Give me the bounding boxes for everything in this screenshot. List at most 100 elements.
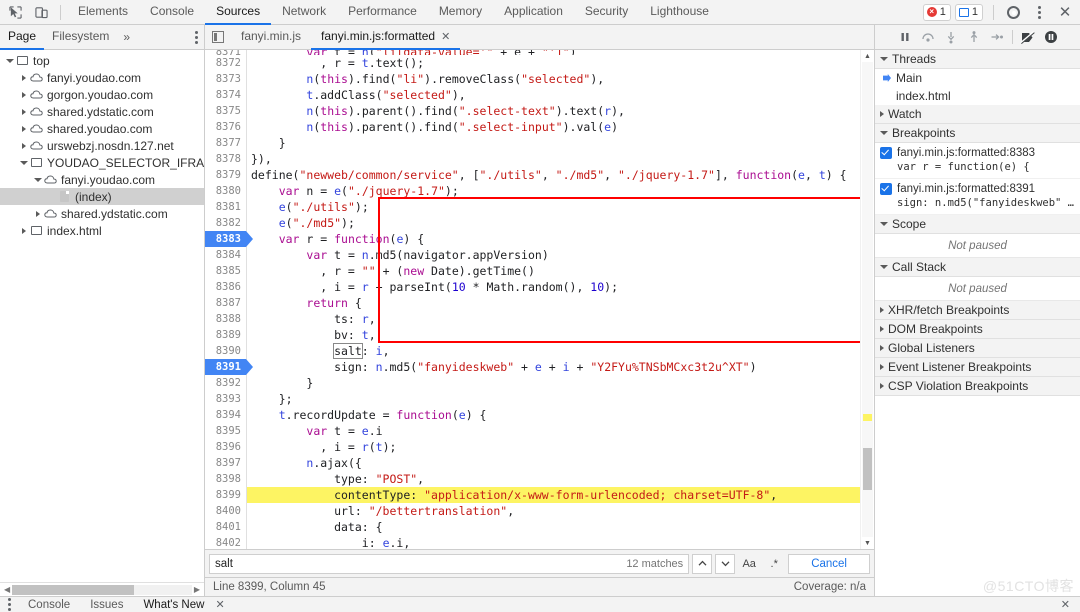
tree-item[interactable]: (index) (0, 188, 204, 205)
line-number[interactable]: 8387 (205, 295, 246, 311)
line-number[interactable]: 8393 (205, 391, 246, 407)
code-line[interactable]: var r = function(e) { (247, 231, 860, 247)
inspect-element-icon[interactable] (2, 1, 28, 24)
tab-network[interactable]: Network (271, 0, 337, 25)
line-number[interactable]: 8375 (205, 103, 246, 119)
message-count-badge[interactable]: 1 (954, 3, 983, 21)
line-number[interactable]: 8381 (205, 199, 246, 215)
code-line[interactable]: , i = r(t); (247, 439, 860, 455)
scrollbar-track[interactable] (12, 584, 192, 595)
code-line[interactable]: var n = e("./jquery-1.7"); (247, 183, 860, 199)
code-line[interactable]: t.recordUpdate = function(e) { (247, 407, 860, 423)
drawer-tab-issues[interactable]: Issues (81, 599, 132, 611)
code-line[interactable]: n(this).parent().find(".select-input").v… (247, 119, 860, 135)
line-number-breakpoint[interactable]: 8383 (205, 231, 253, 247)
code-line[interactable]: n(this).parent().find(".select-text").te… (247, 103, 860, 119)
line-number[interactable]: 8398 (205, 471, 246, 487)
tree-item[interactable]: shared.ydstatic.com (0, 205, 204, 222)
nav-tab-filesystem[interactable]: Filesystem (44, 25, 117, 50)
close-icon[interactable]: ✕ (1052, 1, 1078, 24)
line-number[interactable]: 8374 (205, 87, 246, 103)
line-number[interactable]: 8378 (205, 151, 246, 167)
code-line[interactable]: sign: n.md5("fanyideskweb" + e + i + "Y2… (247, 359, 860, 375)
section-breakpoints[interactable]: Breakpoints (875, 124, 1080, 143)
tab-sources[interactable]: Sources (205, 0, 272, 25)
chevron-right-icon[interactable] (18, 91, 29, 98)
scroll-left-icon[interactable]: ◀ (2, 585, 12, 594)
line-number-gutter[interactable]: 8371837283738374837583768377837883798380… (205, 50, 253, 549)
breakpoint-checkbox[interactable] (880, 147, 892, 159)
code-line[interactable]: , r = t.text(); (247, 55, 860, 71)
code-content[interactable]: var t = n("li[data-value='" + e + "']") … (247, 50, 860, 549)
code-line[interactable]: }; (247, 391, 860, 407)
code-line[interactable]: bv: t, (247, 327, 860, 343)
tab-memory[interactable]: Memory (428, 0, 493, 25)
section-global-listeners[interactable]: Global Listeners (875, 339, 1080, 358)
step-out-of-current-function-button[interactable] (963, 26, 985, 48)
code-line[interactable]: } (247, 135, 860, 151)
line-number[interactable]: 8394 (205, 407, 246, 423)
regex-button[interactable]: .* (763, 554, 785, 574)
search-input[interactable]: salt 12 matches (209, 553, 690, 574)
line-number-breakpoint[interactable]: 8391 (205, 359, 253, 375)
code-line[interactable]: salt: i, (247, 343, 860, 359)
section-dom-breakpoints[interactable]: DOM Breakpoints (875, 320, 1080, 339)
code-line[interactable]: data: { (247, 519, 860, 535)
code-area[interactable]: 8371837283738374837583768377837883798380… (205, 50, 874, 549)
line-number[interactable]: 8389 (205, 327, 246, 343)
code-line[interactable]: var t = e.i (247, 423, 860, 439)
scroll-up-icon[interactable]: ▲ (861, 50, 874, 62)
line-number[interactable]: 8392 (205, 375, 246, 391)
code-line[interactable]: , i = r + parseInt(10 * Math.random(), 1… (247, 279, 860, 295)
line-number[interactable]: 8382 (205, 215, 246, 231)
chevron-right-icon[interactable] (18, 227, 29, 234)
line-number[interactable]: 8397 (205, 455, 246, 471)
tree-item[interactable]: gorgon.youdao.com (0, 86, 204, 103)
vscrollbar-thumb[interactable] (863, 448, 872, 490)
line-number[interactable]: 8390 (205, 343, 246, 359)
code-line[interactable]: url: "/bettertranslation", (247, 503, 860, 519)
line-number[interactable]: 8400 (205, 503, 246, 519)
step-button[interactable] (986, 26, 1008, 48)
search-prev-button[interactable] (692, 553, 713, 574)
tab-elements[interactable]: Elements (67, 0, 139, 25)
breakpoint-item[interactable]: fanyi.min.js:formatted:8383 var r = func… (875, 143, 1080, 179)
editor-tab-fanyi-min-js[interactable]: fanyi.min.js (231, 25, 311, 50)
line-number[interactable]: 8385 (205, 263, 246, 279)
code-line[interactable]: n.ajax({ (247, 455, 860, 471)
nav-more-tabs-icon[interactable]: » (117, 30, 136, 44)
thread-item-main[interactable]: Main (875, 69, 1080, 87)
deactivate-breakpoints-button[interactable] (1017, 26, 1039, 48)
editor-vertical-scrollbar[interactable]: ▲ ▼ (860, 50, 874, 549)
chevron-right-icon[interactable] (32, 210, 43, 217)
tab-console[interactable]: Console (139, 0, 205, 25)
line-number[interactable]: 8376 (205, 119, 246, 135)
tree-item[interactable]: shared.ydstatic.com (0, 103, 204, 120)
resume-script-execution-button[interactable] (894, 26, 916, 48)
line-number[interactable]: 8380 (205, 183, 246, 199)
line-number[interactable]: 8402 (205, 535, 246, 549)
drawer-tab-console[interactable]: Console (19, 599, 79, 611)
line-number[interactable]: 8396 (205, 439, 246, 455)
section-csp-violation-breakpoints[interactable]: CSP Violation Breakpoints (875, 377, 1080, 396)
match-case-button[interactable]: Aa (738, 554, 760, 574)
chevron-right-icon[interactable] (18, 142, 29, 149)
line-number[interactable]: 8395 (205, 423, 246, 439)
section-scope[interactable]: Scope (875, 215, 1080, 234)
chevron-down-icon[interactable] (18, 160, 29, 165)
line-number[interactable]: 8379 (205, 167, 246, 183)
section-watch[interactable]: Watch (875, 105, 1080, 124)
tree-item[interactable]: urswebzj.nosdn.127.net (0, 137, 204, 154)
line-number[interactable]: 8384 (205, 247, 246, 263)
drawer-close-icon[interactable]: ✕ (1061, 598, 1076, 611)
nav-tab-page[interactable]: Page (0, 25, 45, 50)
code-line[interactable]: var t = n.md5(navigator.appVersion) (247, 247, 860, 263)
tab-application[interactable]: Application (493, 0, 574, 25)
code-line[interactable]: type: "POST", (247, 471, 860, 487)
breakpoint-checkbox[interactable] (880, 183, 892, 195)
tree-item[interactable]: YOUDAO_SELECTOR_IFRAME (fan (0, 154, 204, 171)
line-number[interactable]: 8372 (205, 55, 246, 71)
vscrollbar-track[interactable] (862, 62, 873, 537)
tab-security[interactable]: Security (574, 0, 639, 25)
section-xhr-breakpoints[interactable]: XHR/fetch Breakpoints (875, 301, 1080, 320)
